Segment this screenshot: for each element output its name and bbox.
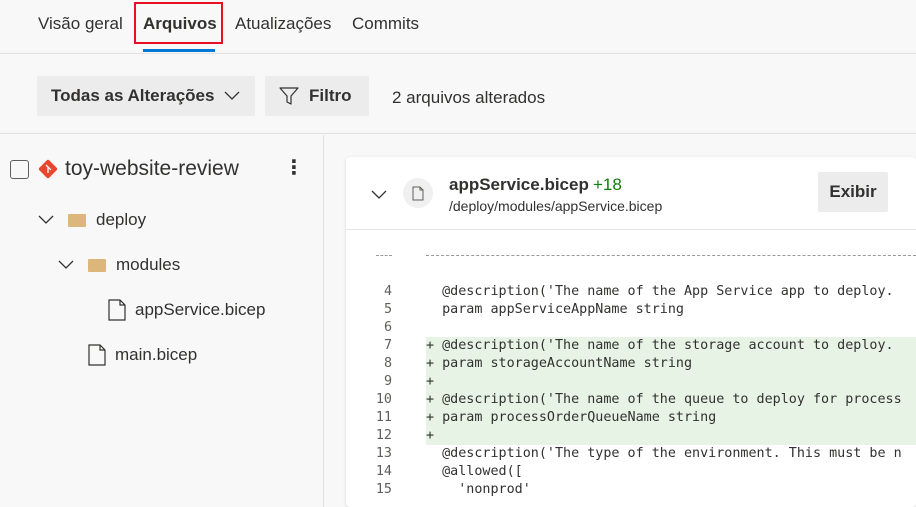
diff-line: 8 + param storageAccountName string: [346, 355, 916, 373]
file-icon: [108, 299, 126, 321]
diff-card: appService.bicep +18 /deploy/modules/app…: [346, 157, 916, 507]
tree-item-modules[interactable]: modules: [58, 255, 180, 275]
line-content: 'nonprod': [426, 482, 531, 497]
line-content: +: [426, 427, 916, 445]
tree-item-label: modules: [116, 255, 181, 274]
line-content: + @description('The name of the storage …: [426, 337, 916, 355]
line-number: 10: [375, 392, 392, 407]
diff-line: 11 + param processOrderQueueName string: [346, 409, 916, 427]
tree-item-deploy[interactable]: deploy: [38, 210, 146, 230]
filter-label: Filtro: [309, 86, 352, 105]
file-icon: [412, 186, 424, 200]
line-number: 5: [383, 302, 392, 317]
line-content: [426, 319, 916, 337]
line-content: param appServiceAppName string: [426, 302, 684, 317]
diff-line: 7 + @description('The name of the storage…: [346, 337, 916, 355]
line-content: + param processOrderQueueName string: [426, 409, 916, 427]
tree-item-main[interactable]: main.bicep: [88, 344, 197, 366]
filter-button[interactable]: Filtro: [265, 76, 369, 116]
file-tree: toy-website-review ⋮ deploy modules appS…: [0, 135, 324, 507]
tab-updates[interactable]: Atualizações: [235, 14, 331, 34]
chevron-down-icon: [225, 91, 240, 100]
line-number: 14: [375, 464, 392, 479]
diff-line: 4 @description('The name of the App Serv…: [346, 283, 916, 301]
line-content: @description('The name of the App Servic…: [426, 284, 894, 299]
line-content: +: [426, 373, 916, 391]
filter-icon: [279, 87, 299, 105]
added-lines-count: +18: [593, 175, 622, 194]
line-number: 7: [383, 338, 392, 353]
line-number: 13: [375, 446, 392, 461]
line-content: @description('The type of the environmen…: [426, 446, 902, 461]
toolbar: Todas as Alterações Filtro 2 arquivos al…: [0, 54, 916, 134]
changes-dropdown-label: Todas as Alterações: [51, 86, 215, 105]
line-number: 8: [383, 356, 392, 371]
diff-line: 6: [346, 319, 916, 337]
line-content: @allowed([: [426, 464, 523, 479]
chevron-down-icon: [58, 260, 74, 269]
more-options-icon[interactable]: ⋮: [284, 155, 304, 180]
line-number: 11: [375, 410, 392, 425]
line-number: 4: [383, 284, 392, 299]
files-changed-count: 2 arquivos alterados: [392, 88, 546, 107]
line-number: 6: [383, 320, 392, 335]
diff-line: 13 @description('The type of the environ…: [346, 445, 916, 463]
separator: [426, 255, 916, 256]
diff-file-name: appService.bicep: [449, 175, 589, 194]
repo-checkbox[interactable]: [10, 159, 29, 179]
tab-overview[interactable]: Visão geral: [38, 14, 123, 34]
file-icon: [88, 344, 106, 366]
tree-item-label: main.bicep: [115, 345, 198, 364]
folder-icon: [88, 258, 106, 272]
diff-line: 9 +: [346, 373, 916, 391]
active-tab-indicator: [143, 49, 215, 52]
line-number: 9: [383, 374, 392, 389]
diff-line: 15 'nonprod': [346, 481, 916, 499]
line-content: + @description('The name of the queue to…: [426, 391, 916, 409]
repo-name: toy-website-review: [65, 157, 239, 180]
chevron-down-icon: [38, 215, 54, 224]
diff-file-path: /deploy/modules/appService.bicep: [449, 198, 663, 214]
diff-header: appService.bicep +18 /deploy/modules/app…: [346, 157, 916, 230]
file-icon-badge: [403, 178, 433, 208]
tab-bar: Visão geral Arquivos Atualizações Commit…: [0, 0, 916, 54]
tree-item-label: deploy: [96, 210, 147, 229]
highlight-annotation: [134, 2, 223, 44]
diff-line: 5 param appServiceAppName string: [346, 301, 916, 319]
tab-commits[interactable]: Commits: [352, 14, 419, 34]
git-icon: [38, 159, 58, 179]
diff-line: 12 +: [346, 427, 916, 445]
folder-icon: [68, 213, 86, 227]
view-button[interactable]: Exibir: [818, 172, 888, 212]
diff-line: 10 + @description('The name of the queue …: [346, 391, 916, 409]
separator: [376, 255, 392, 256]
changes-dropdown[interactable]: Todas as Alterações: [37, 76, 255, 116]
diff-line: 14 @allowed([: [346, 463, 916, 481]
line-number: 12: [375, 428, 392, 443]
collapse-chevron-icon[interactable]: [371, 190, 387, 200]
line-number: 15: [375, 482, 392, 497]
repo-row[interactable]: toy-website-review: [10, 157, 239, 181]
tree-item-label: appService.bicep: [135, 300, 266, 319]
tree-item-appservice[interactable]: appService.bicep: [108, 299, 265, 321]
line-content: + param storageAccountName string: [426, 355, 916, 373]
